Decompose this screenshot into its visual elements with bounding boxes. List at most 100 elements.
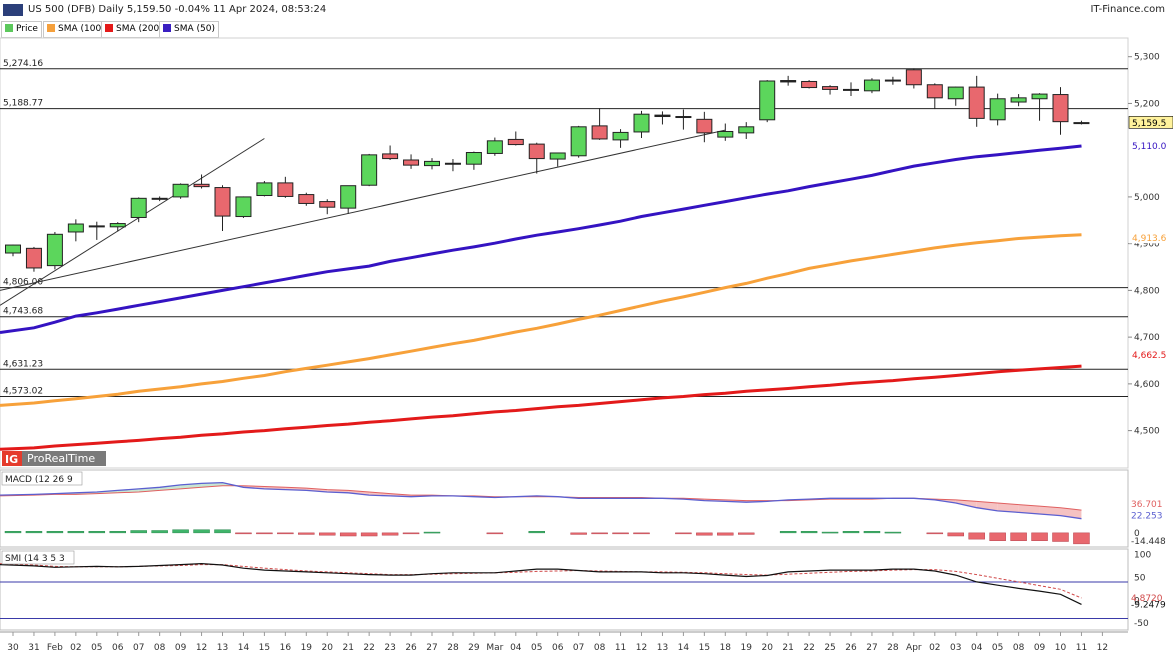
x-tick-label: 09 <box>1034 643 1046 653</box>
macd-histogram-bar <box>486 532 504 535</box>
x-tick-label: 06 <box>552 643 564 653</box>
x-tick-label: 14 <box>238 643 250 653</box>
x-tick-label: 20 <box>322 643 334 653</box>
x-tick-label: 08 <box>594 643 606 653</box>
x-tick-label: 11 <box>615 643 626 653</box>
macd-histogram-bar <box>821 531 839 534</box>
candle-up <box>361 154 378 186</box>
x-tick-label: 05 <box>992 643 1003 653</box>
macd-histogram-bar <box>130 530 147 534</box>
macd-histogram-bar <box>633 532 650 535</box>
candle-up <box>1073 122 1090 125</box>
horizontal-level-label: 5,274.16 <box>3 59 43 69</box>
candle-up <box>172 183 189 198</box>
macd-histogram-bar <box>109 531 126 534</box>
macd-histogram-bar <box>339 532 357 537</box>
x-tick-label: 19 <box>741 643 753 653</box>
x-tick-label: 16 <box>280 643 292 653</box>
macd-histogram-bar <box>172 529 189 534</box>
x-tick-label: 19 <box>301 643 313 653</box>
candle-up <box>738 126 755 134</box>
x-tick-label: 28 <box>887 643 899 653</box>
candle-down <box>382 153 399 160</box>
candle-down <box>403 159 420 166</box>
x-tick-label: 02 <box>70 643 81 653</box>
candle-down <box>654 114 671 118</box>
candle-down <box>25 247 42 269</box>
macd-histogram-bar <box>738 532 755 535</box>
x-tick-label: 15 <box>699 643 710 653</box>
macd-histogram-bar <box>989 532 1006 541</box>
macd-histogram-bar <box>1073 532 1090 545</box>
macd-histogram-bar <box>67 531 85 534</box>
horizontal-level-label: 4,743.68 <box>3 307 43 317</box>
candle-up <box>465 152 482 165</box>
smi-y-tick-label: 50 <box>1134 573 1146 583</box>
macd-histogram-bar <box>926 532 944 535</box>
candle-down <box>591 125 608 140</box>
candle-up <box>340 185 357 209</box>
x-tick-label: Apr <box>906 643 922 653</box>
candle-up <box>759 80 776 121</box>
macd-histogram-bar <box>4 531 22 534</box>
macd-histogram-bar <box>277 532 294 535</box>
candle-up <box>1031 93 1048 100</box>
x-tick-label: 23 <box>384 643 395 653</box>
macd-histogram-bar <box>151 530 168 534</box>
candle-up <box>151 197 168 200</box>
candle-down <box>822 86 839 90</box>
x-tick-label: 07 <box>573 643 584 653</box>
candle-down <box>905 69 922 86</box>
y-tick-label: 5,000 <box>1134 193 1160 203</box>
candle-down <box>801 80 818 89</box>
macd-title: MACD (12 26 9 <box>5 475 73 485</box>
y-tick-label: 5,200 <box>1134 99 1160 109</box>
candle-up <box>1010 97 1027 103</box>
y-tick-label: 5,300 <box>1134 53 1160 63</box>
candle-down <box>1052 94 1069 123</box>
candle-up <box>46 233 63 267</box>
macd-histogram-bar <box>570 532 587 535</box>
x-tick-label: 02 <box>929 643 940 653</box>
x-tick-label: 26 <box>405 643 417 653</box>
macd-histogram-bar <box>25 531 43 534</box>
macd-histogram-bar <box>528 531 545 534</box>
candle-up <box>88 225 105 228</box>
value-tag-label: 4,662.5 <box>1132 351 1166 361</box>
macd-histogram-bar <box>675 532 692 535</box>
x-tick-label: 18 <box>720 643 732 653</box>
x-tick-label: 31 <box>28 643 39 653</box>
macd-histogram-bar <box>884 531 902 534</box>
x-tick-label: 21 <box>782 643 793 653</box>
x-tick-label: 20 <box>761 643 773 653</box>
smi-title: SMI (14 3 5 3 <box>5 554 65 564</box>
candle-down <box>968 86 985 119</box>
y-tick-label: 4,800 <box>1134 286 1160 296</box>
x-tick-label: 08 <box>154 643 166 653</box>
macd-value-tag: 22.253 <box>1131 511 1163 521</box>
macd-histogram-bar <box>319 532 336 536</box>
price-chart-svg[interactable]: 5,274.165,188.774,806.004,743.684,631.23… <box>0 0 1173 660</box>
value-tag-label: 5,159.5 <box>1132 119 1166 129</box>
x-tick-label: 25 <box>824 643 835 653</box>
candle-up <box>633 113 650 133</box>
x-tick-label: 14 <box>678 643 690 653</box>
candle-up <box>675 116 692 119</box>
candle-up <box>612 131 629 141</box>
x-tick-label: 05 <box>531 643 542 653</box>
macd-histogram-bar <box>717 532 734 536</box>
y-tick-label: 4,600 <box>1134 380 1160 390</box>
candle-up <box>717 130 734 138</box>
macd-histogram-bar <box>88 531 106 534</box>
x-tick-label: 26 <box>845 643 857 653</box>
x-tick-label: 06 <box>112 643 124 653</box>
macd-value-tag: -14.448 <box>1131 537 1166 547</box>
candle-up <box>109 223 126 228</box>
candle-up <box>5 244 21 254</box>
y-tick-label: 4,700 <box>1134 333 1160 343</box>
macd-histogram-bar <box>423 531 441 534</box>
macd-histogram-bar <box>591 532 608 535</box>
candle-up <box>843 88 859 91</box>
macd-histogram-bar <box>612 532 629 535</box>
horizontal-level-label: 4,573.02 <box>3 386 43 396</box>
